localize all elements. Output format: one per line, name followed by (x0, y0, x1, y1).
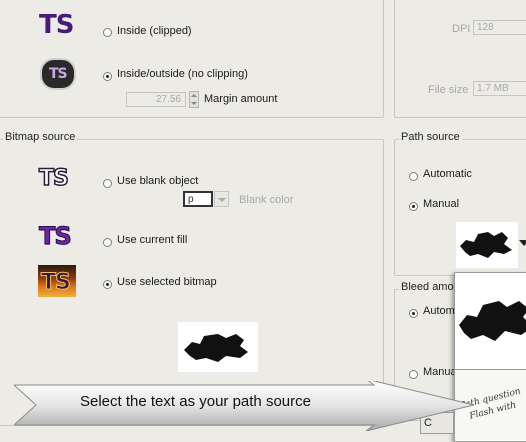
spinner-down-icon[interactable] (191, 102, 197, 105)
path-automatic-label[interactable]: Automatic (423, 168, 472, 180)
ts-bitmap-preview: TS (38, 265, 76, 297)
resolution-group (394, 0, 526, 118)
path-source-title: Path source (399, 131, 462, 143)
popup-silhouette-icon (459, 301, 526, 341)
inside-outside-radio[interactable] (103, 72, 112, 81)
file-size-field: 1.7 MB (473, 81, 526, 96)
path-automatic-radio[interactable] (409, 172, 418, 181)
use-blank-object-label[interactable]: Use blank object (117, 175, 198, 187)
path-silhouette-icon (460, 232, 512, 258)
margin-amount-label: Margin amount (204, 93, 278, 105)
inside-clipped-label[interactable]: Inside (clipped) (117, 25, 192, 37)
ts-clipped-preview: TS (39, 10, 74, 40)
ts-bitmap-logo: TS (41, 270, 72, 296)
path-manual-radio[interactable] (409, 202, 418, 211)
bleed-automatic-radio[interactable] (409, 309, 418, 318)
bitmap-thumbnail (178, 322, 258, 372)
margin-amount-field[interactable]: 27.56 (126, 92, 186, 107)
file-size-label: File size (428, 84, 469, 96)
use-selected-bitmap-radio[interactable] (103, 280, 112, 289)
use-selected-bitmap-label[interactable]: Use selected bitmap (117, 276, 217, 288)
ts-outside-logo: TS (49, 66, 68, 82)
ts-blank-preview: TS (38, 165, 69, 192)
spinner-up-icon[interactable] (191, 94, 197, 97)
path-dropdown-arrow-icon[interactable] (519, 240, 526, 246)
ts-fill-preview: TS (39, 222, 73, 251)
blank-color-label: Blank color (239, 194, 294, 206)
path-manual-label[interactable]: Manual (423, 198, 459, 210)
ts-outside-preview: TS (40, 58, 76, 90)
bitmap-silhouette-icon (184, 334, 248, 362)
use-current-fill-radio[interactable] (103, 238, 112, 247)
inside-clipped-radio[interactable] (103, 28, 112, 37)
use-current-fill-label[interactable]: Use current fill (117, 234, 187, 246)
blank-color-field[interactable]: p (183, 191, 213, 207)
margin-spinner[interactable] (189, 91, 199, 108)
popup-item-silhouette[interactable] (455, 273, 526, 370)
inside-outside-label[interactable]: Inside/outside (no clipping) (117, 68, 248, 80)
chevron-down-icon (218, 198, 226, 202)
path-source-thumbnail[interactable] (456, 222, 518, 268)
bleed-title: Bleed amou (399, 281, 462, 293)
dpi-field[interactable]: 128 (473, 20, 526, 35)
blank-color-dropdown-button[interactable] (214, 191, 229, 207)
bitmap-source-title: Bitmap source (3, 131, 78, 143)
dpi-label: DPI (452, 23, 471, 35)
bleed-manual-radio[interactable] (409, 370, 418, 379)
callout-text: Select the text as your path source (80, 393, 311, 410)
use-blank-object-radio[interactable] (103, 179, 112, 188)
